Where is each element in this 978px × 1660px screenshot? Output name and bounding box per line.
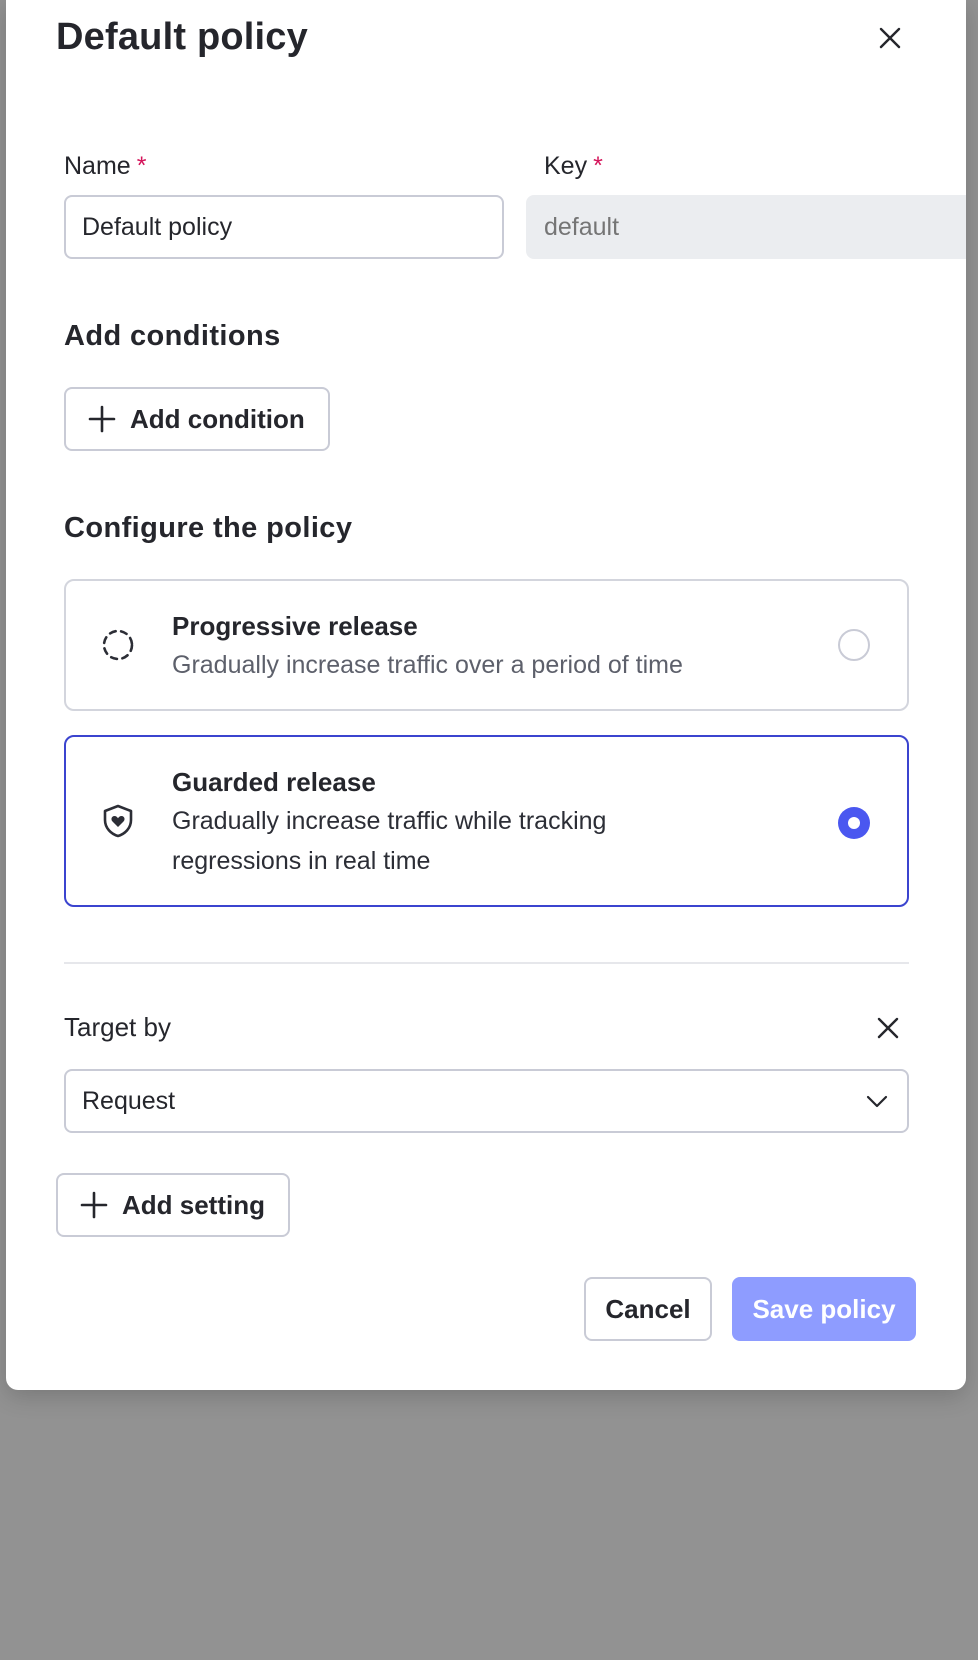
plus-icon (80, 1191, 108, 1219)
progressive-release-radio[interactable] (838, 629, 870, 661)
close-dialog-button[interactable] (872, 20, 908, 56)
key-input[interactable] (526, 195, 966, 259)
guarded-release-radio[interactable] (838, 807, 870, 839)
add-condition-button[interactable]: Add condition (64, 387, 330, 451)
cancel-button[interactable]: Cancel (584, 1277, 712, 1341)
target-by-select[interactable]: Request (64, 1069, 909, 1133)
key-required-mark: * (593, 152, 603, 180)
add-conditions-heading: Add conditions (64, 320, 281, 352)
option-title: Guarded release (172, 767, 376, 797)
name-label-text: Name (64, 152, 131, 180)
option-progressive-release[interactable]: Progressive release Gradually increase t… (64, 579, 909, 711)
add-setting-label: Add setting (122, 1189, 265, 1220)
remove-target-button[interactable] (872, 1012, 904, 1044)
name-required-mark: * (136, 152, 147, 180)
configure-policy-heading: Configure the policy (64, 512, 353, 544)
option-description: Gradually increase traffic while trackin… (172, 807, 607, 875)
option-guarded-release[interactable]: Guarded release Gradually increase traff… (64, 735, 909, 907)
option-title: Progressive release (172, 611, 418, 641)
option-description: Gradually increase traffic over a period… (172, 651, 683, 679)
key-label-text: Key (544, 152, 588, 180)
close-icon (877, 1017, 899, 1039)
name-field-label: Name * (64, 152, 146, 181)
section-divider (64, 962, 909, 964)
chevron-down-icon (866, 1095, 888, 1108)
key-field-label: Key * (544, 152, 603, 181)
name-input[interactable] (64, 195, 504, 259)
target-by-label: Target by (64, 1012, 171, 1042)
dialog-title: Default policy (56, 16, 308, 58)
save-policy-button[interactable]: Save policy (732, 1277, 916, 1341)
shield-heart-icon (103, 804, 133, 838)
add-condition-label: Add condition (130, 403, 305, 434)
policy-dialog: Default policy Name* Key* Add conditions… (6, 0, 966, 1390)
add-setting-button[interactable]: Add setting (56, 1173, 290, 1237)
progress-circle-icon (102, 629, 134, 661)
close-icon (879, 27, 901, 49)
target-by-value: Request (82, 1086, 176, 1115)
plus-icon (88, 405, 116, 433)
